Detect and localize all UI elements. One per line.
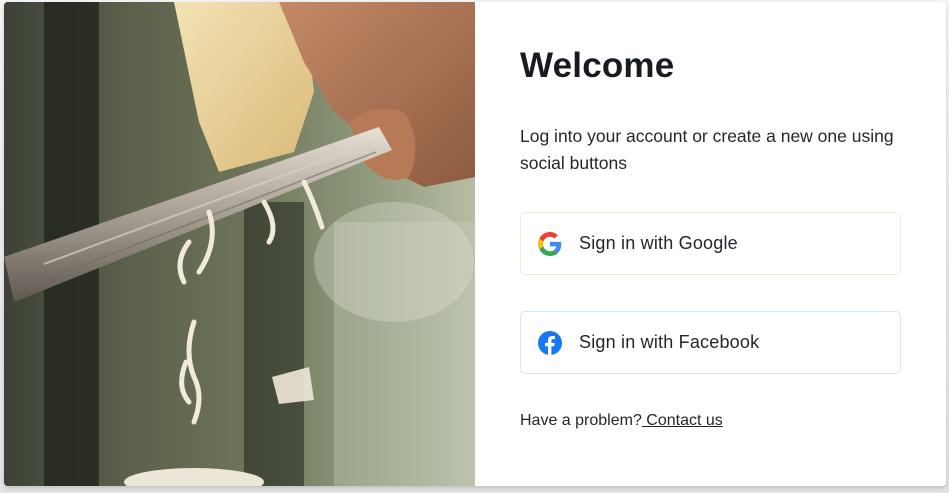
hero-photo	[4, 2, 475, 486]
page-title: Welcome	[520, 46, 675, 85]
google-signin-button[interactable]: Sign in with Google	[520, 212, 901, 275]
cheese-grater-photo	[4, 2, 475, 486]
google-icon	[538, 231, 562, 256]
login-card: Welcome Log into your account or create …	[4, 2, 946, 486]
facebook-signin-button[interactable]: Sign in with Facebook	[520, 311, 901, 374]
help-text: Have a problem?	[520, 412, 642, 429]
window-background: Welcome Log into your account or create …	[0, 0, 949, 493]
facebook-button-label: Sign in with Facebook	[579, 332, 760, 352]
login-panel: Welcome Log into your account or create …	[475, 2, 946, 486]
google-button-label: Sign in with Google	[579, 233, 738, 253]
contact-us-link[interactable]: Contact us	[642, 412, 723, 429]
page-subtitle: Log into your account or create a new on…	[520, 126, 894, 173]
help-line: Have a problem? Contact us	[520, 412, 723, 430]
facebook-icon	[538, 330, 562, 355]
